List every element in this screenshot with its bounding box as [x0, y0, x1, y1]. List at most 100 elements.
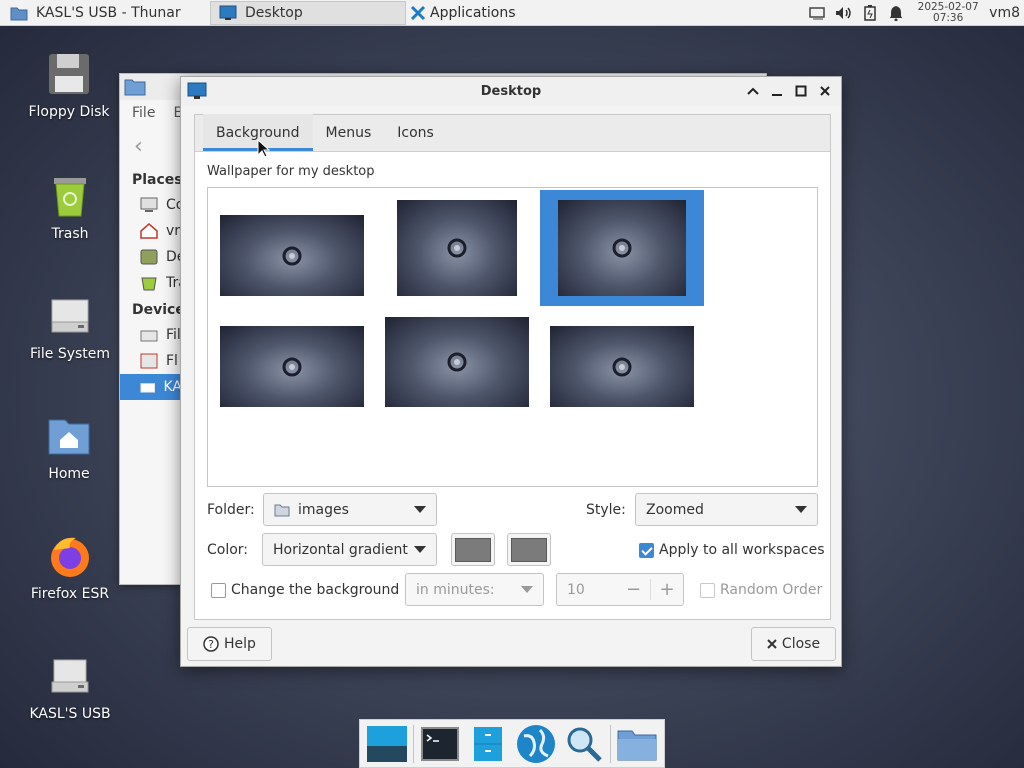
increment-icon[interactable]: +	[650, 579, 683, 600]
dialog-titlebar[interactable]: Desktop	[181, 77, 841, 106]
interval-value: 10	[567, 581, 585, 598]
desktop-settings-dialog: Desktop Background Menus Icons Wallpaper…	[180, 76, 842, 667]
style-select[interactable]: Zoomed	[635, 493, 818, 526]
random-order-row[interactable]: Random Order	[700, 582, 822, 598]
terminal-icon	[421, 726, 459, 761]
taskbar-item-desktop[interactable]: Desktop	[210, 0, 406, 25]
close-button[interactable]: Close	[751, 627, 836, 661]
computer-icon	[140, 197, 158, 212]
decrement-icon[interactable]: −	[617, 579, 650, 600]
clock-time: 07:36	[933, 11, 964, 24]
tab-icons[interactable]: Icons	[384, 114, 447, 151]
desktop-icon-label: Firefox ESR	[30, 586, 110, 602]
drive-icon	[51, 299, 89, 333]
folder-row: Folder: images	[207, 493, 437, 526]
folder-select[interactable]: images	[263, 493, 437, 526]
taskbar-item-label: KASL'S USB - Thunar	[36, 4, 181, 21]
show-desktop-icon	[367, 725, 407, 762]
minimize-button[interactable]	[767, 81, 787, 101]
interval-spinner[interactable]: 10 − +	[556, 573, 684, 606]
battery-icon[interactable]	[857, 0, 883, 26]
wallpaper-grid[interactable]	[207, 187, 818, 487]
color-row: Color: Horizontal gradient	[207, 533, 551, 566]
wallpaper-thumb[interactable]	[397, 200, 517, 296]
menu-file[interactable]: File	[132, 105, 155, 121]
apply-all-checkbox[interactable]	[639, 542, 654, 558]
desktop-icon-floppy-disk[interactable]: Floppy Disk	[14, 50, 124, 120]
chevron-down-icon	[414, 506, 426, 513]
back-arrow-icon[interactable]: ‹	[134, 134, 143, 159]
color-style-value: Horizontal gradient	[273, 541, 408, 558]
apply-all-row[interactable]: Apply to all workspaces	[639, 542, 825, 558]
color1-button[interactable]	[451, 533, 495, 566]
chevron-up-icon	[747, 87, 759, 95]
color2-button[interactable]	[507, 533, 551, 566]
help-label: Help	[224, 636, 256, 652]
shade-button[interactable]	[743, 81, 763, 101]
close-window-button[interactable]	[815, 81, 835, 101]
maximize-icon	[795, 85, 807, 97]
wallpaper-thumb[interactable]	[550, 326, 694, 407]
apply-all-label: Apply to all workspaces	[659, 542, 825, 558]
desktop-icon-home[interactable]: Home	[14, 412, 124, 482]
interval-unit-value: in minutes:	[416, 581, 495, 598]
tab-menus[interactable]: Menus	[313, 114, 385, 151]
wallpaper-thumb-selected[interactable]	[540, 190, 704, 306]
help-button[interactable]: ? Help	[187, 627, 272, 661]
folder-icon	[10, 7, 28, 20]
folder-icon	[274, 504, 290, 516]
system-tray: 2025-02-07 07:36 vm8	[805, 0, 1024, 26]
close-label: Close	[781, 636, 821, 652]
home-icon	[140, 223, 158, 239]
wallpaper-logo-icon	[612, 238, 632, 258]
dock-show-desktop[interactable]	[363, 721, 411, 767]
color-label: Color:	[207, 541, 249, 558]
dock-app-finder[interactable]	[560, 721, 608, 767]
desktop-icon-file-system[interactable]: File System	[15, 292, 125, 362]
sidebar-item-kasls-usb[interactable]: KA	[120, 374, 182, 400]
app-finder-icon	[567, 727, 602, 762]
color1-swatch	[455, 537, 491, 562]
dock-file-manager[interactable]	[464, 721, 512, 767]
desktop-settings-icon	[219, 5, 237, 20]
xfce-logo-icon	[410, 5, 426, 20]
random-order-checkbox[interactable]	[700, 582, 715, 598]
wallpaper-logo-icon	[282, 246, 302, 265]
change-bg-checkbox[interactable]	[211, 582, 226, 598]
dock-browser[interactable]	[512, 721, 560, 767]
folder-label: Folder:	[207, 501, 255, 518]
maximize-button[interactable]	[791, 81, 811, 101]
notification-bell-icon[interactable]	[883, 0, 909, 26]
dock-folder[interactable]	[613, 721, 661, 767]
style-value: Zoomed	[646, 501, 704, 518]
desktop-icon-kasls-usb[interactable]: KASL'S USB	[15, 652, 125, 722]
user-menu[interactable]: vm8	[983, 5, 1024, 21]
color-style-select[interactable]: Horizontal gradient	[262, 533, 437, 566]
close-icon	[820, 86, 830, 96]
wallpaper-label: Wallpaper for my desktop	[207, 164, 375, 179]
volume-icon[interactable]	[831, 0, 857, 26]
desktop-icon-trash[interactable]: Trash	[15, 172, 125, 242]
wallpaper-thumb[interactable]	[220, 326, 364, 407]
interval-unit-select[interactable]: in minutes:	[405, 573, 544, 606]
wallpaper-thumb[interactable]	[385, 317, 529, 407]
dock-terminal[interactable]	[416, 721, 464, 767]
change-bg-row[interactable]: Change the background	[211, 582, 399, 598]
close-icon	[767, 639, 777, 649]
clock[interactable]: 2025-02-07 07:36	[913, 0, 983, 24]
wallpaper-logo-icon	[612, 357, 632, 376]
desktop-icon-firefox[interactable]: Firefox ESR	[15, 532, 125, 602]
clock-date: 2025-02-07	[917, 0, 979, 13]
sidebar-item-label: Fl	[166, 353, 178, 369]
applications-menu-button[interactable]: Applications	[410, 5, 516, 21]
wallpaper-logo-icon	[447, 352, 467, 372]
taskbar-item-thunar[interactable]: KASL'S USB - Thunar	[2, 1, 206, 25]
bottom-dock	[359, 719, 665, 768]
drive-icon	[140, 330, 158, 342]
top-panel: KASL'S USB - Thunar Desktop Applications…	[0, 0, 1024, 26]
network-icon[interactable]	[805, 0, 831, 26]
style-label: Style:	[586, 501, 626, 518]
desktop-icon-label: Home	[48, 466, 90, 482]
settings-notebook: Background Menus Icons Wallpaper for my …	[194, 114, 831, 620]
wallpaper-thumb[interactable]	[220, 215, 364, 296]
